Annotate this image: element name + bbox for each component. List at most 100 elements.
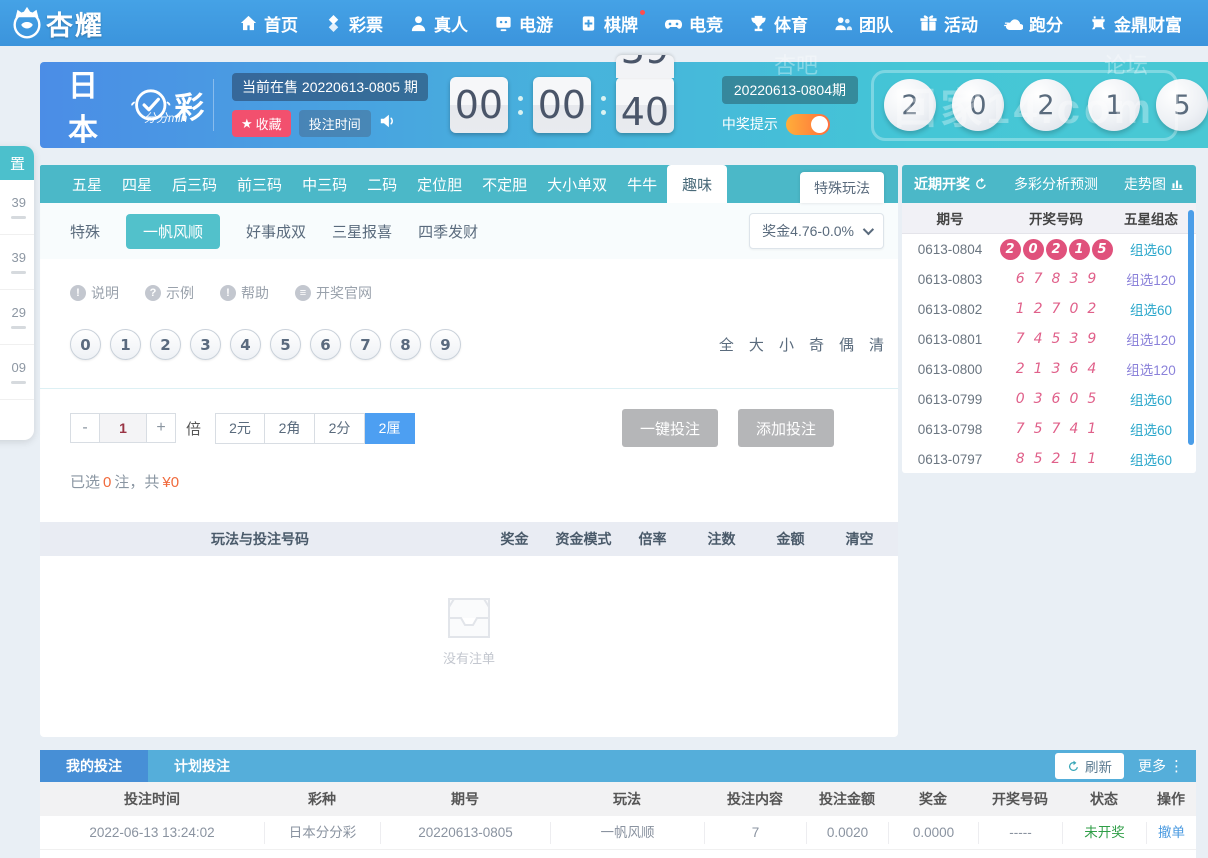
tab-zhongsanma[interactable]: 中三码 bbox=[292, 165, 357, 203]
tab-trend-chart[interactable]: 走势图 bbox=[1124, 174, 1184, 194]
tab-daxiaoshuangdan[interactable]: 大小单双 bbox=[537, 165, 617, 203]
number-ball-1[interactable]: 1 bbox=[110, 329, 141, 360]
nav-item-hi[interactable]: hi 嗨 bbox=[1197, 0, 1208, 46]
nav-item-live[interactable]: 真人 bbox=[398, 0, 479, 46]
number-ball-2[interactable]: 2 bbox=[150, 329, 181, 360]
multiplier-plus-button[interactable]: + bbox=[146, 413, 176, 443]
group-link[interactable]: 组选60 bbox=[1114, 239, 1188, 259]
nav-item-sports[interactable]: 体育 bbox=[738, 0, 819, 46]
group-link[interactable]: 组选120 bbox=[1114, 359, 1188, 379]
tab-budingdan[interactable]: 不定胆 bbox=[472, 165, 537, 203]
tab-erma[interactable]: 二码 bbox=[357, 165, 407, 203]
subtab-haoshichengshuang[interactable]: 好事成双 bbox=[246, 221, 306, 242]
empty-text: 没有注单 bbox=[442, 650, 495, 666]
bet-time-button[interactable]: 投注时间 bbox=[298, 110, 371, 137]
subtab-sanxingbaoxi[interactable]: 三星报喜 bbox=[332, 221, 392, 242]
filter-clear[interactable]: 清 bbox=[869, 334, 884, 355]
number-ball-7[interactable]: 7 bbox=[350, 329, 381, 360]
tab-dingweidan[interactable]: 定位胆 bbox=[407, 165, 472, 203]
left-quick-panel-title[interactable]: 置 bbox=[0, 146, 34, 180]
unit-li-active[interactable]: 2厘 bbox=[365, 412, 416, 444]
scrollbar-thumb[interactable] bbox=[1188, 210, 1194, 445]
sidebar-table-header: 期号 开奖号码 五星组态 bbox=[902, 203, 1196, 234]
number-ball-9[interactable]: 9 bbox=[430, 329, 461, 360]
refresh-button[interactable]: 刷新 bbox=[1055, 753, 1124, 779]
list-item[interactable]: 39 bbox=[0, 235, 34, 290]
number-ball-3[interactable]: 3 bbox=[190, 329, 221, 360]
win-tip-toggle[interactable] bbox=[785, 113, 830, 135]
draw-numbers: 03605 bbox=[1015, 391, 1097, 407]
nav-item-home[interactable]: 首页 bbox=[228, 0, 309, 46]
example-link[interactable]: ? 示例 bbox=[145, 283, 194, 303]
nav-item-lottery[interactable]: 彩票 bbox=[313, 0, 394, 46]
nav-item-team[interactable]: 团队 bbox=[823, 0, 904, 46]
unit-yuan[interactable]: 2元 bbox=[215, 412, 266, 444]
tab-recent-draws[interactable]: 近期开奖 bbox=[914, 174, 988, 194]
multiplier-minus-button[interactable]: - bbox=[70, 413, 100, 443]
tab-plan-bets[interactable]: 计划投注 bbox=[148, 750, 256, 782]
list-item[interactable]: 09 bbox=[0, 345, 34, 400]
draw-numbers: 85211 bbox=[1015, 451, 1097, 467]
list-item[interactable] bbox=[0, 400, 34, 440]
group-link[interactable]: 组选60 bbox=[1114, 299, 1188, 319]
multiplier-label: 倍 bbox=[186, 420, 202, 438]
site-logo[interactable]: 杏耀 bbox=[8, 4, 228, 43]
number-ball-6[interactable]: 6 bbox=[310, 329, 341, 360]
group-link[interactable]: 组选120 bbox=[1114, 269, 1188, 289]
subtab-yifanfengshun-active[interactable]: 一帆风顺 bbox=[126, 213, 221, 249]
cancel-bet-link[interactable]: 撤单 bbox=[1146, 821, 1196, 844]
list-item[interactable]: 29 bbox=[0, 290, 34, 345]
tab-wuxing[interactable]: 五星 bbox=[62, 165, 112, 203]
draw-ball: 2 bbox=[1020, 79, 1072, 131]
tab-quwei-active[interactable]: 趣味 bbox=[667, 165, 728, 203]
number-ball-8[interactable]: 8 bbox=[390, 329, 421, 360]
unit-jiao[interactable]: 2角 bbox=[265, 412, 316, 444]
countdown-minutes: 00 bbox=[532, 77, 591, 133]
home-icon bbox=[240, 15, 257, 30]
favorite-button[interactable]: ★ 收藏 bbox=[232, 110, 291, 137]
tab-niuniu[interactable]: 牛牛 bbox=[617, 165, 667, 203]
colon-icon bbox=[600, 95, 606, 115]
tab-analysis[interactable]: 多彩分析预测 bbox=[1014, 174, 1098, 194]
nav-item-paofen[interactable]: 跑分 bbox=[993, 0, 1074, 46]
group-link[interactable]: 组选120 bbox=[1114, 329, 1188, 349]
speaker-icon[interactable] bbox=[379, 112, 397, 135]
filter-big[interactable]: 大 bbox=[749, 334, 764, 355]
bonus-select[interactable]: 奖金4.76-0.0% bbox=[749, 213, 884, 249]
one-key-bet-button[interactable]: 一键投注 bbox=[622, 409, 718, 447]
filter-all[interactable]: 全 bbox=[719, 334, 734, 355]
tab-sixing[interactable]: 四星 bbox=[112, 165, 162, 203]
nav-item-cards[interactable]: 棋牌 bbox=[568, 0, 649, 46]
subtab-teshu[interactable]: 特殊 bbox=[70, 221, 100, 242]
list-item[interactable]: 39 bbox=[0, 180, 34, 235]
multiplier-input[interactable]: 1 bbox=[100, 413, 146, 443]
nav-item-egames[interactable]: 电游 bbox=[483, 0, 564, 46]
unit-fen[interactable]: 2分 bbox=[315, 412, 366, 444]
nav-item-wealth[interactable]: 金鼎财富 bbox=[1078, 0, 1193, 46]
tab-qiansanma[interactable]: 前三码 bbox=[227, 165, 292, 203]
number-ball-0[interactable]: 0 bbox=[70, 329, 101, 360]
nav-item-activity[interactable]: 活动 bbox=[908, 0, 989, 46]
filter-small[interactable]: 小 bbox=[779, 334, 794, 355]
tab-my-bets[interactable]: 我的投注 bbox=[40, 750, 148, 782]
tab-housanma[interactable]: 后三码 bbox=[162, 165, 227, 203]
group-link[interactable]: 组选60 bbox=[1114, 389, 1188, 409]
group-link[interactable]: 组选60 bbox=[1114, 419, 1188, 439]
more-button[interactable]: 更多 ⋮ bbox=[1138, 756, 1184, 776]
number-ball-4[interactable]: 4 bbox=[230, 329, 261, 360]
clear-all-column[interactable]: 清空 bbox=[825, 529, 894, 549]
filter-odd[interactable]: 奇 bbox=[809, 334, 824, 355]
official-site-link[interactable]: ≡ 开奖官网 bbox=[295, 283, 372, 303]
question-icon: ? bbox=[145, 285, 161, 301]
special-play-button[interactable]: 特殊玩法 bbox=[800, 172, 884, 203]
subtab-sijifacai[interactable]: 四季发财 bbox=[418, 221, 478, 242]
status-badge: 未开奖 bbox=[1062, 821, 1146, 844]
filter-even[interactable]: 偶 bbox=[839, 334, 854, 355]
help-link[interactable]: ! 帮助 bbox=[220, 283, 269, 303]
explain-link[interactable]: ! 说明 bbox=[70, 283, 119, 303]
add-bet-button[interactable]: 添加投注 bbox=[738, 409, 834, 447]
sidebar-tabs: 近期开奖 多彩分析预测 走势图 bbox=[902, 165, 1196, 203]
nav-item-esports[interactable]: 电竞 bbox=[653, 0, 734, 46]
group-link[interactable]: 组选60 bbox=[1114, 449, 1188, 469]
number-ball-5[interactable]: 5 bbox=[270, 329, 301, 360]
